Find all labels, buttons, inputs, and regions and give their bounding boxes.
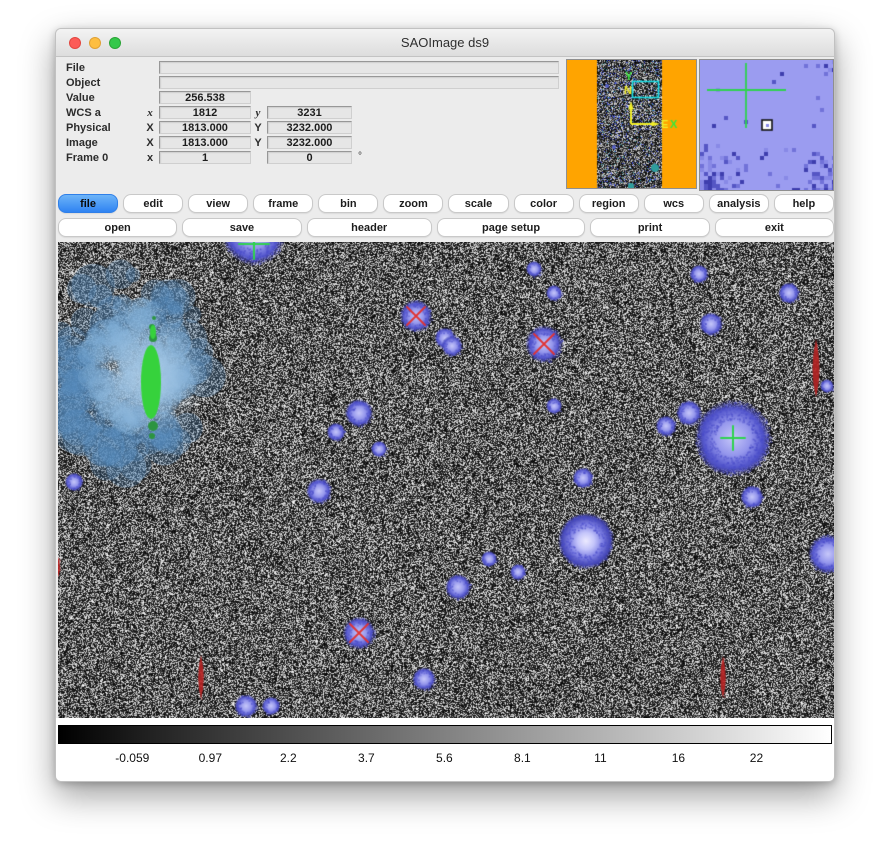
menu-row-primary: file edit view frame binzoom scale color region…: [58, 194, 834, 213]
titlebar[interactable]: SAOImage ds9: [56, 29, 834, 57]
colorbar-tick: 0.97: [199, 751, 222, 765]
panner-panel: [566, 59, 697, 189]
colorbar-tick: -0.059: [115, 751, 149, 765]
image-y-field[interactable]: 3232.000: [267, 136, 352, 149]
frame-label: Frame 0: [66, 152, 108, 164]
colorbar-tick: 5.6: [436, 751, 453, 765]
frame-zoom-field[interactable]: 1: [159, 151, 251, 164]
menu-color-button[interactable]: color: [514, 194, 574, 213]
menu-help-button[interactable]: help: [774, 194, 834, 213]
value-field[interactable]: 256.538: [159, 91, 251, 104]
menu-zoom-button[interactable]: zoom: [383, 194, 443, 213]
info-row-value: Value 256.538: [56, 91, 616, 105]
window-title: SAOImage ds9: [56, 29, 834, 57]
info-row-wcs: WCS a x 1812 y 3231: [56, 106, 616, 120]
wcs-x-field[interactable]: 1812: [159, 106, 251, 119]
info-row-file: File: [56, 61, 616, 75]
file-label: File: [66, 62, 85, 74]
magnifier-view[interactable]: [700, 60, 833, 190]
menu-bar: file edit view frame binzoom scale color region…: [56, 191, 835, 242]
file-field[interactable]: [159, 61, 559, 74]
ds9-window: SAOImage ds9 File Object Value 256.538 W…: [55, 28, 835, 782]
colorbar-tick: 22: [750, 751, 763, 765]
object-field[interactable]: [159, 76, 559, 89]
menu-edit-button[interactable]: edit: [123, 194, 183, 213]
desktop: SAOImage ds9 File Object Value 256.538 W…: [0, 0, 889, 862]
degree-suffix: °: [358, 151, 362, 162]
object-label: Object: [66, 77, 100, 89]
menu-header-button[interactable]: header: [307, 218, 432, 237]
frame-x-axis-label: x: [144, 152, 156, 164]
info-row-physical: Physical X 1813.000 Y 3232.000: [56, 121, 616, 135]
image-y-axis-label: Y: [252, 137, 264, 149]
menu-print-button[interactable]: print: [590, 218, 709, 237]
physical-y-axis-label: Y: [252, 122, 264, 134]
physical-x-axis-label: X: [144, 122, 156, 134]
menu-analysis-button[interactable]: analysis: [709, 194, 769, 213]
menu-file-button[interactable]: file: [58, 194, 118, 213]
colorbar-gradient[interactable]: [58, 725, 832, 744]
frame-rotate-field[interactable]: 0: [267, 151, 352, 164]
wcs-y-field[interactable]: 3231: [267, 106, 352, 119]
wcs-label: WCS a: [66, 107, 101, 119]
image-x-axis-label: X: [144, 137, 156, 149]
menu-view-button[interactable]: view: [188, 194, 248, 213]
colorbar-tick: 8.1: [514, 751, 531, 765]
menu-open-button[interactable]: open: [58, 218, 177, 237]
image-label: Image: [66, 137, 98, 149]
value-label: Value: [66, 92, 95, 104]
colorbar-tick: 16: [672, 751, 685, 765]
menu-page-setup-button[interactable]: page setup: [437, 218, 586, 237]
colorbar-area: -0.059 0.97 2.2 3.7 5.6 8.1 11 16 22: [56, 718, 835, 782]
menu-scale-button[interactable]: scale: [448, 194, 508, 213]
physical-label: Physical: [66, 122, 111, 134]
menu-save-button[interactable]: save: [182, 218, 301, 237]
info-row-frame: Frame 0 x 1 0 °: [56, 151, 616, 165]
physical-y-field[interactable]: 3232.000: [267, 121, 352, 134]
wcs-y-axis-label: y: [252, 107, 264, 119]
menu-row-secondary: open save header page setupprint exit: [58, 218, 834, 237]
magnifier-panel: [699, 59, 834, 191]
panner-view[interactable]: [567, 60, 696, 188]
wcs-x-axis-label: x: [144, 107, 156, 119]
info-panel: File Object Value 256.538 WCS a x 1812 y…: [56, 57, 835, 191]
physical-x-field[interactable]: 1813.000: [159, 121, 251, 134]
sky-image[interactable]: [58, 242, 834, 718]
menu-bin-button[interactable]: bin: [318, 194, 378, 213]
info-row-image: Image X 1813.000 Y 3232.000: [56, 136, 616, 150]
menu-region-button[interactable]: region: [579, 194, 639, 213]
menu-wcs-button[interactable]: wcs: [644, 194, 704, 213]
image-x-field[interactable]: 1813.000: [159, 136, 251, 149]
menu-exit-button[interactable]: exit: [715, 218, 834, 237]
colorbar-tick: 2.2: [280, 751, 297, 765]
colorbar-tick: 3.7: [358, 751, 375, 765]
menu-frame-button[interactable]: frame: [253, 194, 313, 213]
colorbar-tick: 11: [594, 751, 606, 765]
colorbar-ticks: -0.059 0.97 2.2 3.7 5.6 8.1 11 16 22: [58, 751, 832, 771]
info-row-object: Object: [56, 76, 616, 90]
